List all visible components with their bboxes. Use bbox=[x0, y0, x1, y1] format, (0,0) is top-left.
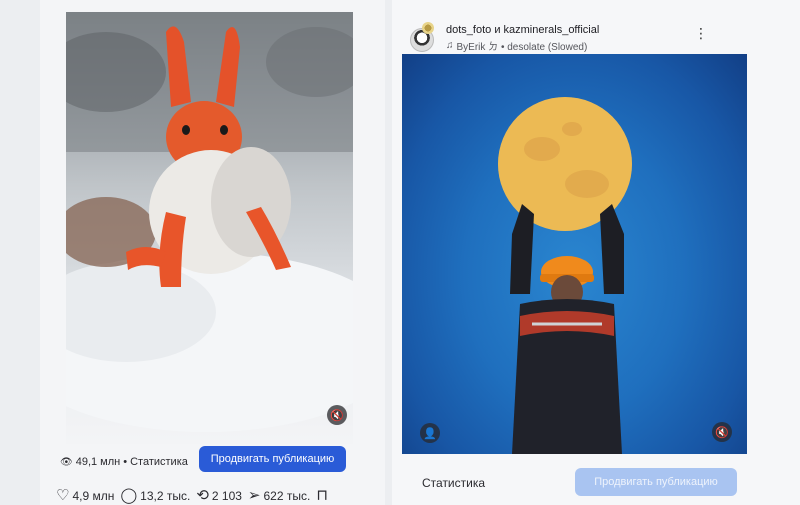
shares-count: 622 тыс. bbox=[263, 488, 311, 503]
user-icon: 👤 bbox=[423, 427, 437, 440]
reposts-stat[interactable]: ⟲ 2 103 bbox=[196, 488, 242, 503]
audio-track-label: ByErik ㄉ • desolate (Slowed) bbox=[456, 42, 588, 53]
heart-icon: ♡ bbox=[56, 487, 70, 504]
collab-avatar[interactable] bbox=[422, 22, 434, 34]
eye-icon: 👁 bbox=[60, 456, 73, 468]
mute-toggle-button[interactable]: 🔇 bbox=[327, 405, 347, 425]
promote-post-button-right[interactable]: Продвигать публикацию bbox=[575, 468, 737, 496]
audio-track[interactable]: ♫ ByErik ㄉ • desolate (Slowed) bbox=[446, 38, 587, 53]
likes-stat[interactable]: ♡ 4,9 млн bbox=[56, 488, 114, 503]
speaker-muted-icon: 🔇 bbox=[330, 409, 344, 422]
likes-count: 4,9 млн bbox=[72, 488, 115, 503]
shares-stat[interactable]: ➢ 622 тыс. bbox=[248, 488, 310, 503]
author-name[interactable]: dots_foto и kazminerals_official bbox=[446, 24, 599, 36]
comments-stat[interactable]: ◯ 13,2 тыс. bbox=[120, 488, 190, 503]
view-count-row: 👁 49,1 млн • Статистика bbox=[60, 456, 188, 468]
repost-icon: ⟲ bbox=[196, 487, 209, 504]
squirrel-illustration bbox=[66, 12, 353, 432]
separator-dot: • bbox=[123, 456, 128, 468]
music-note-icon: ♫ bbox=[446, 40, 454, 51]
speaker-muted-icon: 🔇 bbox=[715, 426, 729, 439]
promote-post-button[interactable]: Продвигать публикацию bbox=[199, 446, 346, 472]
more-vertical-icon[interactable]: ⋮ bbox=[694, 25, 708, 42]
mute-toggle-button-right[interactable]: 🔇 bbox=[712, 422, 732, 442]
comments-count: 13,2 тыс. bbox=[140, 488, 191, 503]
send-icon: ➢ bbox=[247, 487, 261, 504]
bookmark-icon: ⊓ bbox=[316, 487, 329, 504]
comment-icon: ◯ bbox=[120, 487, 138, 504]
save-stat[interactable]: ⊓ bbox=[316, 488, 328, 503]
squirrel-photo[interactable] bbox=[66, 12, 353, 444]
reposts-count: 2 103 bbox=[211, 488, 242, 503]
post-header: dots_foto и kazminerals_official ♫ ByEri… bbox=[410, 22, 710, 53]
tagged-users-button[interactable]: 👤 bbox=[420, 423, 440, 443]
statistics-link[interactable]: Статистика bbox=[130, 456, 188, 468]
statistics-link-right[interactable]: Статистика bbox=[422, 476, 485, 490]
moon-illustration bbox=[498, 97, 632, 454]
moon-photo[interactable] bbox=[402, 54, 747, 454]
view-count: 49,1 млн bbox=[75, 456, 121, 468]
engagement-bar: ♡ 4,9 млн ◯ 13,2 тыс. ⟲ 2 103 ➢ 622 тыс.… bbox=[56, 488, 328, 503]
